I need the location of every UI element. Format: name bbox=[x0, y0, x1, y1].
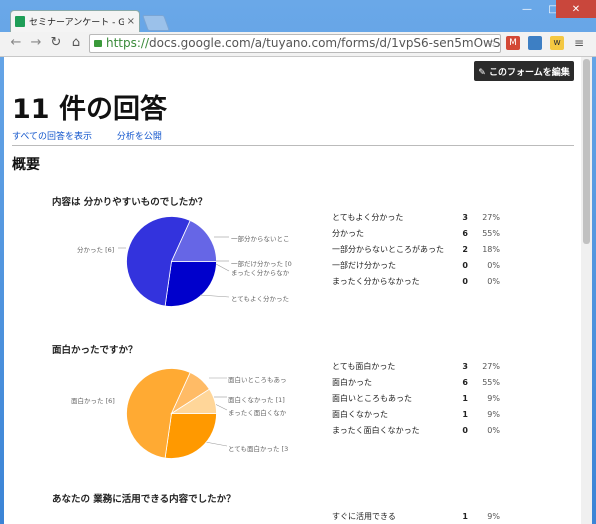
tab-title: セミナーアンケート - Google bbox=[29, 18, 124, 28]
w-extension-icon[interactable]: w bbox=[550, 36, 564, 50]
stats-count: 0 bbox=[462, 260, 468, 270]
stats-row: 分かった 6 55% bbox=[332, 225, 500, 241]
pie-slice bbox=[164, 413, 217, 459]
stats-label: とても面白かった bbox=[332, 361, 396, 371]
address-bar[interactable]: https://docs.google.com/a/tuyano.com/for… bbox=[89, 34, 501, 53]
stats-label: 一部だけ分かった bbox=[332, 260, 396, 270]
pie-leader-lines bbox=[118, 236, 230, 447]
pie-chart bbox=[126, 368, 217, 459]
scrollbar-thumb[interactable] bbox=[583, 59, 590, 244]
pie-label: 面白かった [6] bbox=[71, 397, 115, 405]
page-content: ✎ このフォームを編集 11 件の回答 すべての回答を表示 分析を公開 概要 内… bbox=[4, 57, 581, 524]
stats-label: 面白かった bbox=[332, 377, 372, 387]
forward-icon[interactable]: → bbox=[28, 35, 44, 50]
forms-favicon-icon bbox=[15, 16, 25, 27]
home-icon[interactable]: ⌂ bbox=[68, 35, 84, 50]
close-window-button[interactable]: ✕ bbox=[556, 0, 596, 18]
stats-percent: 0% bbox=[487, 425, 500, 435]
stats-percent: 55% bbox=[482, 377, 500, 387]
pie-label: 面白くなかった [1] bbox=[228, 396, 285, 404]
stats-label: 分かった bbox=[332, 228, 364, 238]
question-title: あなたの 業務に活用できる内容でしたか？ bbox=[52, 494, 236, 505]
stats-row: すぐに活用できる 1 9% bbox=[332, 508, 500, 524]
pie-label: まったく分からなか bbox=[231, 269, 290, 277]
stats-label: 面白いところもあった bbox=[332, 393, 412, 403]
stats-row: まったく分からなかった 0 0% bbox=[332, 273, 500, 289]
minimize-button[interactable]: — bbox=[514, 0, 540, 18]
reload-icon[interactable]: ↻ bbox=[48, 35, 64, 50]
stats-row: とても面白かった 3 27% bbox=[332, 358, 500, 374]
menu-icon[interactable]: ≡ bbox=[572, 36, 586, 50]
stats-row: 一部分からないところがあった 2 18% bbox=[332, 241, 500, 257]
url-text: docs.google.com/a/tuyano.com/forms/d/1vp… bbox=[149, 36, 501, 50]
stats-row: 一部だけ分かった 0 0% bbox=[332, 257, 500, 273]
pie-label: 面白いところもあっ bbox=[228, 376, 287, 384]
stats-label: 面白くなかった bbox=[332, 409, 388, 419]
url-scheme: https:// bbox=[106, 36, 150, 50]
stats-row: 面白いところもあった 1 9% bbox=[332, 390, 500, 406]
stats-label: まったく面白くなかった bbox=[332, 425, 420, 435]
stats-count: 0 bbox=[462, 276, 468, 286]
tab-bar: セミナーアンケート - Google × — □ ✕ bbox=[0, 0, 596, 32]
stats-count: 2 bbox=[462, 244, 468, 254]
pie-label: とても面白かった [3 bbox=[228, 445, 289, 453]
bookmark-star-icon[interactable]: ☆ bbox=[486, 35, 497, 52]
stats-percent: 55% bbox=[482, 228, 500, 238]
pie-slices bbox=[126, 368, 217, 459]
stats-label: 一部分からないところがあった bbox=[332, 244, 444, 254]
stats-row: とてもよく分かった 3 27% bbox=[332, 209, 500, 225]
pie-label: 分かった [6] bbox=[77, 246, 115, 254]
pie-label: とてもよく分かった bbox=[231, 295, 289, 303]
stats-percent: 0% bbox=[487, 276, 500, 286]
stats-count: 1 bbox=[462, 393, 468, 403]
pie-label: 一部分からないとこ bbox=[231, 235, 290, 243]
pie-label: まったく面白くなか bbox=[228, 409, 287, 417]
stats-row: まったく面白くなかった 0 0% bbox=[332, 422, 500, 438]
tab-close-icon[interactable]: × bbox=[127, 16, 135, 27]
stats-count: 1 bbox=[462, 409, 468, 419]
stats-row: 面白かった 6 55% bbox=[332, 374, 500, 390]
stats-label: すぐに活用できる bbox=[332, 511, 396, 521]
lock-icon bbox=[94, 40, 102, 47]
stats-row: 面白くなかった 1 9% bbox=[332, 406, 500, 422]
new-tab-button[interactable] bbox=[142, 15, 170, 31]
response-stats-table: とても面白かった 3 27% 面白かった 6 55% 面白いところもあった 1 9% 面白くなかっ… bbox=[332, 358, 500, 438]
stats-percent: 27% bbox=[482, 212, 500, 222]
stats-count: 3 bbox=[462, 212, 468, 222]
stats-percent: 9% bbox=[487, 409, 500, 419]
stats-percent: 0% bbox=[487, 260, 500, 270]
stats-label: とてもよく分かった bbox=[332, 212, 404, 222]
calendar-extension-icon[interactable] bbox=[528, 36, 542, 50]
browser-tab[interactable]: セミナーアンケート - Google × bbox=[10, 10, 140, 32]
stats-count: 3 bbox=[462, 361, 468, 371]
gmail-extension-icon[interactable]: M bbox=[506, 36, 520, 50]
back-icon[interactable]: ← bbox=[8, 35, 24, 50]
stats-label: まったく分からなかった bbox=[332, 276, 420, 286]
browser-toolbar: ← → ↻ ⌂ https://docs.google.com/a/tuyano… bbox=[0, 32, 596, 57]
stats-count: 0 bbox=[462, 425, 468, 435]
response-stats-table: とてもよく分かった 3 27% 分かった 6 55% 一部分からないところがあった 2 18% 一… bbox=[332, 209, 500, 289]
stats-percent: 27% bbox=[482, 361, 500, 371]
stats-count: 6 bbox=[462, 228, 468, 238]
stats-percent: 9% bbox=[487, 511, 500, 521]
question-title: 面白かったですか？ bbox=[52, 345, 138, 356]
stats-count: 1 bbox=[462, 511, 468, 521]
stats-count: 6 bbox=[462, 377, 468, 387]
stats-percent: 18% bbox=[482, 244, 500, 254]
response-stats-table: すぐに活用できる 1 9% bbox=[332, 508, 500, 524]
stats-percent: 9% bbox=[487, 393, 500, 403]
scrollbar[interactable] bbox=[581, 57, 592, 524]
